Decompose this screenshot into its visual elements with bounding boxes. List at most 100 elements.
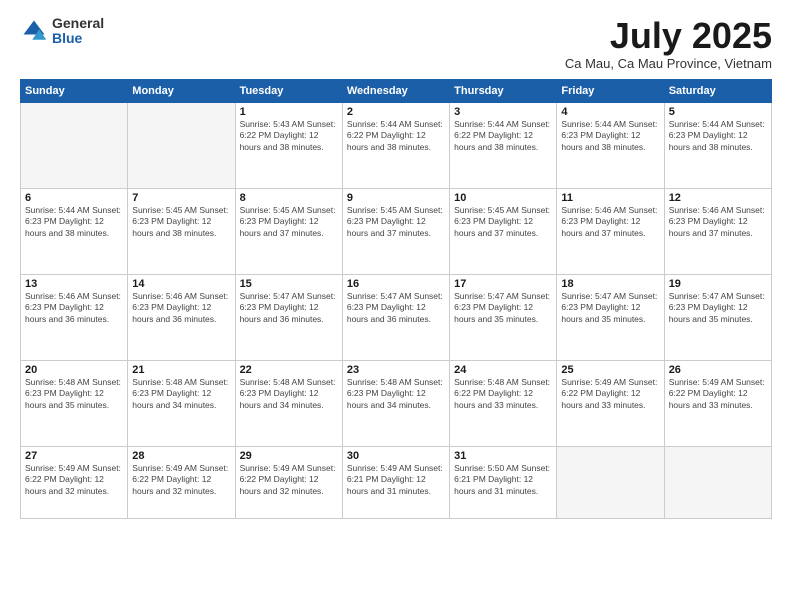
day-number: 16 xyxy=(347,278,445,290)
logo-blue-text: Blue xyxy=(52,31,104,46)
day-cell: 4Sunrise: 5:44 AM Sunset: 6:23 PM Daylig… xyxy=(557,102,664,188)
day-number: 25 xyxy=(561,364,659,376)
day-cell: 29Sunrise: 5:49 AM Sunset: 6:22 PM Dayli… xyxy=(235,446,342,518)
day-info: Sunrise: 5:47 AM Sunset: 6:23 PM Dayligh… xyxy=(347,291,445,325)
day-cell: 6Sunrise: 5:44 AM Sunset: 6:23 PM Daylig… xyxy=(21,188,128,274)
day-info: Sunrise: 5:45 AM Sunset: 6:23 PM Dayligh… xyxy=(347,205,445,239)
day-cell: 12Sunrise: 5:46 AM Sunset: 6:23 PM Dayli… xyxy=(664,188,771,274)
day-number: 31 xyxy=(454,450,552,462)
day-cell: 14Sunrise: 5:46 AM Sunset: 6:23 PM Dayli… xyxy=(128,274,235,360)
day-cell: 16Sunrise: 5:47 AM Sunset: 6:23 PM Dayli… xyxy=(342,274,449,360)
day-number: 19 xyxy=(669,278,767,290)
day-cell: 13Sunrise: 5:46 AM Sunset: 6:23 PM Dayli… xyxy=(21,274,128,360)
calendar-body: 1Sunrise: 5:43 AM Sunset: 6:22 PM Daylig… xyxy=(21,102,772,518)
calendar-subtitle: Ca Mau, Ca Mau Province, Vietnam xyxy=(565,56,772,71)
logo-general-text: General xyxy=(52,16,104,31)
day-number: 4 xyxy=(561,106,659,118)
week-row-1: 6Sunrise: 5:44 AM Sunset: 6:23 PM Daylig… xyxy=(21,188,772,274)
week-row-4: 27Sunrise: 5:49 AM Sunset: 6:22 PM Dayli… xyxy=(21,446,772,518)
day-info: Sunrise: 5:46 AM Sunset: 6:23 PM Dayligh… xyxy=(669,205,767,239)
week-row-3: 20Sunrise: 5:48 AM Sunset: 6:23 PM Dayli… xyxy=(21,360,772,446)
header-monday: Monday xyxy=(128,79,235,102)
day-cell: 22Sunrise: 5:48 AM Sunset: 6:23 PM Dayli… xyxy=(235,360,342,446)
day-cell: 2Sunrise: 5:44 AM Sunset: 6:22 PM Daylig… xyxy=(342,102,449,188)
header-sunday: Sunday xyxy=(21,79,128,102)
day-number: 18 xyxy=(561,278,659,290)
day-info: Sunrise: 5:44 AM Sunset: 6:22 PM Dayligh… xyxy=(454,119,552,153)
day-cell: 30Sunrise: 5:49 AM Sunset: 6:21 PM Dayli… xyxy=(342,446,449,518)
day-info: Sunrise: 5:44 AM Sunset: 6:23 PM Dayligh… xyxy=(669,119,767,153)
day-number: 6 xyxy=(25,192,123,204)
day-cell: 23Sunrise: 5:48 AM Sunset: 6:23 PM Dayli… xyxy=(342,360,449,446)
header-friday: Friday xyxy=(557,79,664,102)
day-info: Sunrise: 5:49 AM Sunset: 6:22 PM Dayligh… xyxy=(561,377,659,411)
day-cell: 27Sunrise: 5:49 AM Sunset: 6:22 PM Dayli… xyxy=(21,446,128,518)
page: General Blue July 2025 Ca Mau, Ca Mau Pr… xyxy=(0,0,792,612)
logo-icon xyxy=(20,17,48,45)
day-cell: 17Sunrise: 5:47 AM Sunset: 6:23 PM Dayli… xyxy=(450,274,557,360)
day-info: Sunrise: 5:48 AM Sunset: 6:23 PM Dayligh… xyxy=(240,377,338,411)
day-number: 27 xyxy=(25,450,123,462)
day-number: 13 xyxy=(25,278,123,290)
day-number: 24 xyxy=(454,364,552,376)
day-info: Sunrise: 5:50 AM Sunset: 6:21 PM Dayligh… xyxy=(454,463,552,497)
day-cell: 1Sunrise: 5:43 AM Sunset: 6:22 PM Daylig… xyxy=(235,102,342,188)
day-number: 12 xyxy=(669,192,767,204)
day-info: Sunrise: 5:45 AM Sunset: 6:23 PM Dayligh… xyxy=(454,205,552,239)
day-cell: 8Sunrise: 5:45 AM Sunset: 6:23 PM Daylig… xyxy=(235,188,342,274)
logo: General Blue xyxy=(20,16,104,47)
day-number: 29 xyxy=(240,450,338,462)
day-cell: 15Sunrise: 5:47 AM Sunset: 6:23 PM Dayli… xyxy=(235,274,342,360)
day-number: 20 xyxy=(25,364,123,376)
header-saturday: Saturday xyxy=(664,79,771,102)
day-cell: 28Sunrise: 5:49 AM Sunset: 6:22 PM Dayli… xyxy=(128,446,235,518)
day-number: 9 xyxy=(347,192,445,204)
day-info: Sunrise: 5:44 AM Sunset: 6:23 PM Dayligh… xyxy=(25,205,123,239)
day-number: 10 xyxy=(454,192,552,204)
day-info: Sunrise: 5:49 AM Sunset: 6:22 PM Dayligh… xyxy=(132,463,230,497)
day-info: Sunrise: 5:44 AM Sunset: 6:22 PM Dayligh… xyxy=(347,119,445,153)
day-cell: 19Sunrise: 5:47 AM Sunset: 6:23 PM Dayli… xyxy=(664,274,771,360)
day-info: Sunrise: 5:49 AM Sunset: 6:22 PM Dayligh… xyxy=(669,377,767,411)
day-number: 14 xyxy=(132,278,230,290)
day-cell: 5Sunrise: 5:44 AM Sunset: 6:23 PM Daylig… xyxy=(664,102,771,188)
day-cell: 25Sunrise: 5:49 AM Sunset: 6:22 PM Dayli… xyxy=(557,360,664,446)
day-cell: 3Sunrise: 5:44 AM Sunset: 6:22 PM Daylig… xyxy=(450,102,557,188)
day-info: Sunrise: 5:48 AM Sunset: 6:23 PM Dayligh… xyxy=(25,377,123,411)
header-tuesday: Tuesday xyxy=(235,79,342,102)
day-number: 8 xyxy=(240,192,338,204)
day-number: 11 xyxy=(561,192,659,204)
day-info: Sunrise: 5:46 AM Sunset: 6:23 PM Dayligh… xyxy=(561,205,659,239)
day-cell xyxy=(664,446,771,518)
day-info: Sunrise: 5:48 AM Sunset: 6:23 PM Dayligh… xyxy=(132,377,230,411)
day-info: Sunrise: 5:45 AM Sunset: 6:23 PM Dayligh… xyxy=(240,205,338,239)
day-number: 7 xyxy=(132,192,230,204)
day-cell: 26Sunrise: 5:49 AM Sunset: 6:22 PM Dayli… xyxy=(664,360,771,446)
day-cell: 11Sunrise: 5:46 AM Sunset: 6:23 PM Dayli… xyxy=(557,188,664,274)
day-info: Sunrise: 5:47 AM Sunset: 6:23 PM Dayligh… xyxy=(669,291,767,325)
day-cell xyxy=(21,102,128,188)
day-cell: 20Sunrise: 5:48 AM Sunset: 6:23 PM Dayli… xyxy=(21,360,128,446)
day-cell: 21Sunrise: 5:48 AM Sunset: 6:23 PM Dayli… xyxy=(128,360,235,446)
calendar-table: Sunday Monday Tuesday Wednesday Thursday… xyxy=(20,79,772,519)
day-cell xyxy=(557,446,664,518)
header-wednesday: Wednesday xyxy=(342,79,449,102)
calendar-title: July 2025 xyxy=(565,16,772,56)
day-info: Sunrise: 5:44 AM Sunset: 6:23 PM Dayligh… xyxy=(561,119,659,153)
day-cell: 9Sunrise: 5:45 AM Sunset: 6:23 PM Daylig… xyxy=(342,188,449,274)
day-number: 1 xyxy=(240,106,338,118)
day-cell: 10Sunrise: 5:45 AM Sunset: 6:23 PM Dayli… xyxy=(450,188,557,274)
day-cell: 31Sunrise: 5:50 AM Sunset: 6:21 PM Dayli… xyxy=(450,446,557,518)
header-row: Sunday Monday Tuesday Wednesday Thursday… xyxy=(21,79,772,102)
day-info: Sunrise: 5:46 AM Sunset: 6:23 PM Dayligh… xyxy=(132,291,230,325)
title-block: July 2025 Ca Mau, Ca Mau Province, Vietn… xyxy=(565,16,772,71)
day-cell: 24Sunrise: 5:48 AM Sunset: 6:22 PM Dayli… xyxy=(450,360,557,446)
day-cell: 18Sunrise: 5:47 AM Sunset: 6:23 PM Dayli… xyxy=(557,274,664,360)
day-number: 17 xyxy=(454,278,552,290)
day-info: Sunrise: 5:47 AM Sunset: 6:23 PM Dayligh… xyxy=(561,291,659,325)
day-number: 21 xyxy=(132,364,230,376)
day-info: Sunrise: 5:46 AM Sunset: 6:23 PM Dayligh… xyxy=(25,291,123,325)
day-info: Sunrise: 5:43 AM Sunset: 6:22 PM Dayligh… xyxy=(240,119,338,153)
day-info: Sunrise: 5:49 AM Sunset: 6:22 PM Dayligh… xyxy=(25,463,123,497)
day-info: Sunrise: 5:48 AM Sunset: 6:23 PM Dayligh… xyxy=(347,377,445,411)
